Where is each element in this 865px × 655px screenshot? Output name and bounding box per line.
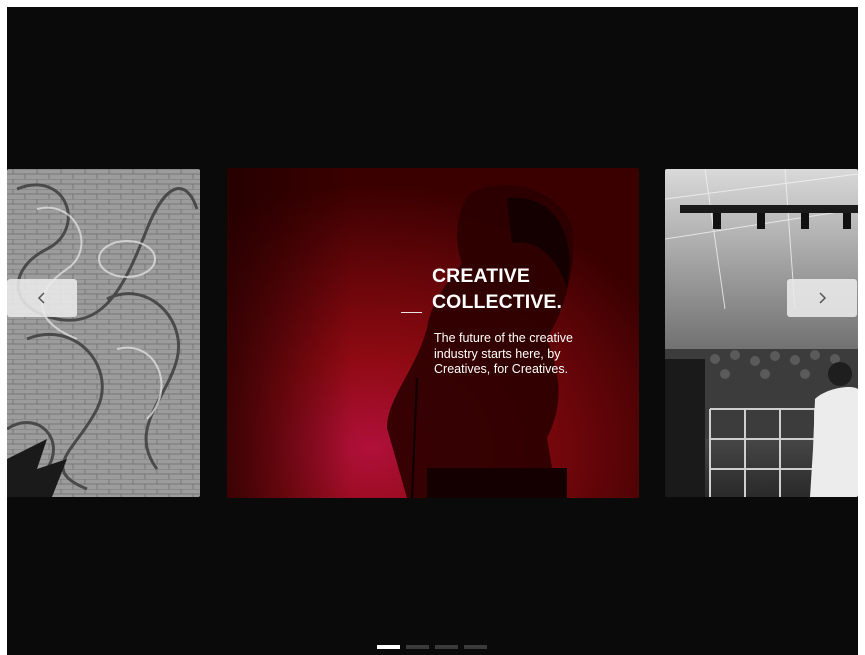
previous-slide-button[interactable] [7, 279, 77, 317]
slide-graffiti[interactable] [7, 169, 200, 497]
hero-title-line2: COLLECTIVE. [432, 291, 563, 313]
pagination-dot-3[interactable] [435, 645, 458, 649]
hero-title-line1: CREATIVE [432, 265, 530, 287]
slide-caption: CREATIVE COLLECTIVE. The future of the c… [432, 263, 632, 378]
hero-description: The future of the creative industry star… [434, 331, 573, 376]
slide-concert[interactable] [665, 169, 858, 497]
chevron-left-icon [37, 292, 45, 304]
carousel: CREATIVE COLLECTIVE. The future of the c… [7, 7, 858, 655]
hero-title: CREATIVE COLLECTIVE. [432, 263, 632, 315]
pagination-dot-4[interactable] [464, 645, 487, 649]
graffiti-image [7, 169, 200, 497]
chevron-right-icon [819, 292, 827, 304]
pagination-dot-1[interactable] [377, 645, 400, 649]
next-slide-button[interactable] [787, 279, 857, 317]
caption-dash [401, 312, 422, 313]
pagination-dot-2[interactable] [406, 645, 429, 649]
carousel-pagination [377, 645, 487, 649]
concert-image [665, 169, 858, 497]
